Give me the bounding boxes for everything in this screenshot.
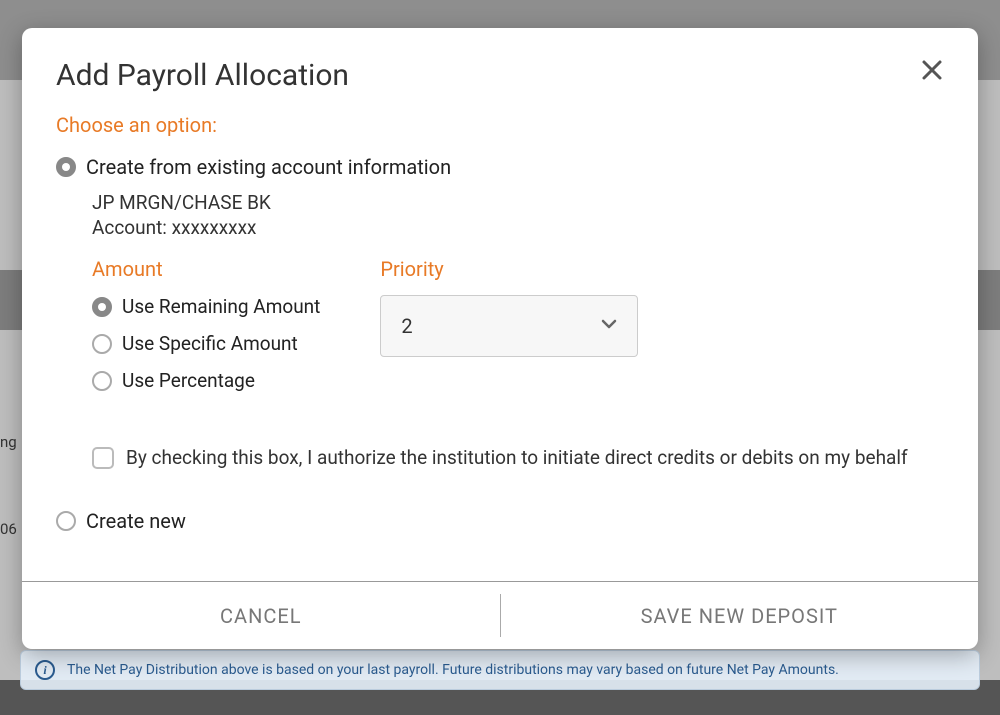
amount-percentage-label: Use Percentage xyxy=(122,369,255,392)
chevron-down-icon xyxy=(601,316,617,337)
modal-body: Choose an option: Create from existing a… xyxy=(22,113,978,581)
radio-remaining[interactable] xyxy=(92,297,112,317)
save-new-deposit-button[interactable]: SAVE NEW DEPOSIT xyxy=(501,582,979,649)
priority-column: Priority 2 xyxy=(380,257,638,406)
cancel-button[interactable]: CANCEL xyxy=(22,582,500,649)
modal-header: Add Payroll Allocation xyxy=(22,28,978,113)
option-new-row[interactable]: Create new xyxy=(56,509,944,533)
account-number: Account: xxxxxxxxx xyxy=(92,216,944,239)
option-existing-label: Create from existing account information xyxy=(86,155,451,179)
bg-info-banner: i The Net Pay Distribution above is base… xyxy=(20,650,980,690)
radio-create-new[interactable] xyxy=(56,511,76,531)
authorize-checkbox[interactable] xyxy=(92,447,114,469)
option-existing-row[interactable]: Create from existing account information xyxy=(56,155,944,179)
radio-existing[interactable] xyxy=(56,157,76,177)
modal-title: Add Payroll Allocation xyxy=(56,58,349,93)
account-details: JP MRGN/CHASE BK Account: xxxxxxxxx xyxy=(92,191,944,239)
radio-percentage[interactable] xyxy=(92,371,112,391)
amount-column: Amount Use Remaining Amount Use Specific… xyxy=(92,257,320,406)
option-heading: Choose an option: xyxy=(56,113,944,137)
bg-text-fragment: ng xyxy=(0,433,17,451)
bank-name: JP MRGN/CHASE BK xyxy=(92,191,944,214)
authorize-row[interactable]: By checking this box, I authorize the in… xyxy=(92,446,944,469)
amount-remaining-row[interactable]: Use Remaining Amount xyxy=(92,295,320,318)
amount-specific-label: Use Specific Amount xyxy=(122,332,298,355)
amount-specific-row[interactable]: Use Specific Amount xyxy=(92,332,320,355)
priority-value: 2 xyxy=(401,314,412,338)
close-icon[interactable] xyxy=(920,58,944,88)
modal-footer: CANCEL SAVE NEW DEPOSIT xyxy=(22,581,978,649)
bg-info-text: The Net Pay Distribution above is based … xyxy=(67,662,839,678)
priority-select[interactable]: 2 xyxy=(380,295,638,357)
amount-remaining-label: Use Remaining Amount xyxy=(122,295,320,318)
amount-percentage-row[interactable]: Use Percentage xyxy=(92,369,320,392)
add-payroll-allocation-modal: Add Payroll Allocation Choose an option:… xyxy=(22,28,978,649)
authorize-label: By checking this box, I authorize the in… xyxy=(126,446,908,469)
info-icon: i xyxy=(35,660,55,680)
priority-label: Priority xyxy=(380,257,638,281)
bg-text-fragment: 06 xyxy=(0,520,17,538)
radio-specific[interactable] xyxy=(92,334,112,354)
fields-row: Amount Use Remaining Amount Use Specific… xyxy=(92,257,944,406)
amount-label: Amount xyxy=(92,257,320,281)
option-new-label: Create new xyxy=(86,509,186,533)
